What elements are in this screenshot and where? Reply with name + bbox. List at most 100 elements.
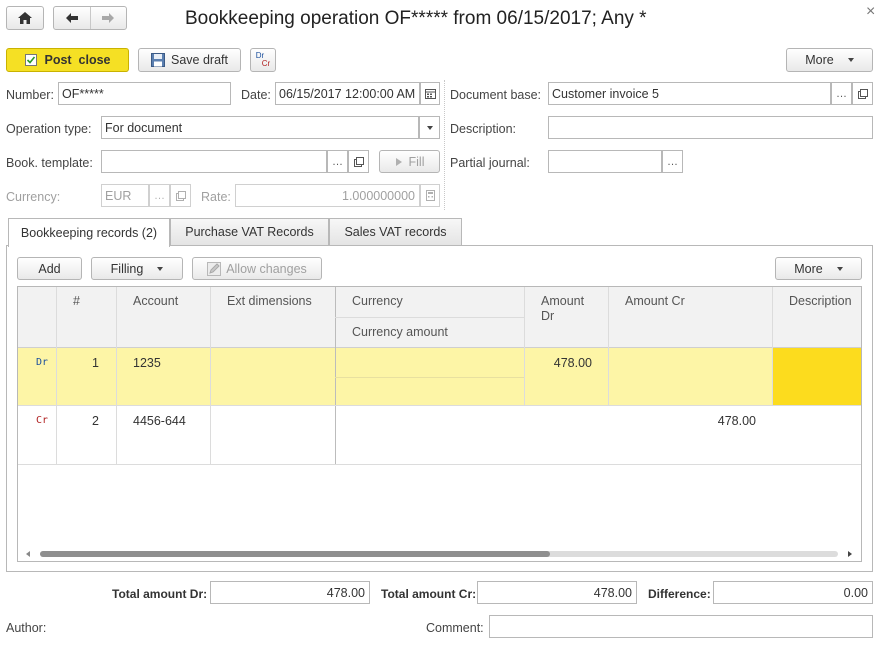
post-check-icon	[24, 54, 37, 66]
partial-journal-field[interactable]	[548, 150, 662, 173]
col-header-ext-dimensions[interactable]: Ext dimensions	[227, 294, 312, 309]
chevron-down-icon	[847, 58, 854, 62]
allow-changes-button[interactable]: Allow changes	[192, 257, 322, 280]
edit-icon	[207, 261, 222, 276]
more-label: More	[805, 53, 834, 67]
calculator-icon	[425, 190, 435, 201]
nav-buttons	[53, 6, 127, 30]
filling-button[interactable]: Filling	[91, 257, 183, 280]
author-label: Author:	[6, 621, 47, 635]
forward-button[interactable]	[91, 7, 127, 29]
row-account[interactable]: 4456-644	[133, 414, 186, 428]
col-divider	[772, 287, 773, 405]
row-divider	[18, 405, 861, 406]
home-icon	[18, 12, 32, 24]
operation-type-field[interactable]: For document	[101, 116, 419, 139]
col-divider	[524, 287, 525, 405]
window-title: Bookkeeping operation OF***** from 06/15…	[185, 8, 647, 29]
col-divider	[335, 287, 336, 464]
col-header-amount-dr[interactable]: Amount Dr	[541, 294, 591, 324]
description-field[interactable]	[548, 116, 873, 139]
chevron-down-icon	[836, 266, 843, 271]
selected-description-cell[interactable]	[773, 348, 861, 405]
table-more-label: More	[794, 261, 823, 276]
allow-changes-label: Allow changes	[226, 261, 307, 276]
row-amount-cr[interactable]: 478.00	[608, 414, 756, 428]
row-account[interactable]: 1235	[133, 356, 161, 370]
difference-label: Difference:	[648, 587, 711, 601]
arrow-left-icon	[65, 13, 78, 23]
row-divider	[18, 464, 861, 465]
number-field[interactable]: OF*****	[58, 82, 231, 105]
book-template-select-button[interactable]: …	[327, 150, 348, 173]
rate-label: Rate:	[201, 190, 231, 204]
add-button[interactable]: Add	[17, 257, 82, 280]
more-button[interactable]: More	[786, 48, 873, 72]
horizontal-scrollbar[interactable]	[18, 546, 861, 561]
arrow-right-icon	[102, 13, 115, 23]
close-icon[interactable]: ×	[866, 3, 875, 21]
calendar-icon	[424, 88, 436, 99]
tab-purchase-vat-records[interactable]: Purchase VAT Records	[170, 218, 329, 245]
filling-label: Filling	[110, 261, 144, 276]
save-draft-button[interactable]: Save draft	[138, 48, 241, 72]
book-template-open-button[interactable]	[348, 150, 369, 173]
open-icon	[353, 156, 364, 167]
col-header-amount-cr[interactable]: Amount Cr	[625, 294, 685, 309]
row-type-dr: Dr	[36, 357, 49, 368]
total-cr-field: 478.00	[477, 581, 637, 604]
date-field[interactable]: 06/15/2017 12:00:00 AM	[275, 82, 420, 105]
col-divider	[116, 287, 117, 464]
play-icon	[395, 157, 402, 166]
partial-journal-label: Partial journal:	[450, 156, 530, 170]
col-header-currency[interactable]: Currency	[352, 294, 403, 309]
home-button[interactable]	[6, 6, 44, 30]
scrollbar-thumb[interactable]	[40, 551, 550, 557]
number-label: Number:	[6, 88, 54, 102]
currency-select-button: …	[149, 184, 170, 207]
open-icon	[175, 190, 186, 201]
partial-journal-select-button[interactable]: …	[662, 150, 683, 173]
document-base-open-button[interactable]	[852, 82, 873, 105]
tab-bookkeeping-records[interactable]: Bookkeeping records (2)	[8, 218, 170, 247]
chevron-down-icon	[157, 266, 164, 271]
currency-label: Currency:	[6, 190, 61, 204]
operation-type-dropdown[interactable]	[419, 116, 440, 139]
col-header-account[interactable]: Account	[133, 294, 178, 309]
row-divider	[335, 377, 524, 378]
chevron-down-icon	[426, 125, 433, 130]
scroll-left-icon[interactable]	[26, 551, 30, 557]
row-number: 2	[92, 414, 99, 428]
book-template-label: Book. template:	[6, 156, 93, 170]
currency-open-button	[170, 184, 191, 207]
post-close-button[interactable]: Post close	[6, 48, 129, 72]
row-amount-dr[interactable]: 478.00	[524, 356, 592, 370]
currency-field: EUR	[101, 184, 149, 207]
rate-calculator-button	[420, 184, 440, 207]
tab-sales-vat-records[interactable]: Sales VAT records	[329, 218, 462, 245]
col-header-description[interactable]: Description	[789, 294, 852, 309]
col-header-num[interactable]: #	[73, 294, 80, 309]
document-base-field[interactable]: Customer invoice 5	[548, 82, 831, 105]
back-button[interactable]	[54, 7, 91, 29]
calendar-button[interactable]	[420, 82, 440, 105]
document-base-label: Document base:	[450, 88, 542, 102]
rate-field: 1.000000000	[235, 184, 420, 207]
open-icon	[857, 88, 868, 99]
table-more-button[interactable]: More	[775, 257, 862, 280]
col-header-currency-amount[interactable]: Currency amount	[352, 325, 448, 340]
save-icon	[151, 53, 165, 67]
comment-field[interactable]	[489, 615, 873, 638]
date-label: Date:	[241, 88, 271, 102]
total-dr-label: Total amount Dr:	[112, 587, 208, 601]
header-separator	[444, 80, 445, 210]
difference-field: 0.00	[713, 581, 873, 604]
col-divider	[56, 287, 57, 464]
scroll-right-icon[interactable]	[848, 551, 852, 557]
fill-button[interactable]: Fill	[379, 150, 440, 173]
total-dr-field: 478.00	[210, 581, 370, 604]
post-close-label: Post close	[44, 53, 111, 67]
book-template-field[interactable]	[101, 150, 327, 173]
dr-cr-button[interactable]: Dr Cr	[250, 48, 276, 72]
document-base-select-button[interactable]: …	[831, 82, 852, 105]
